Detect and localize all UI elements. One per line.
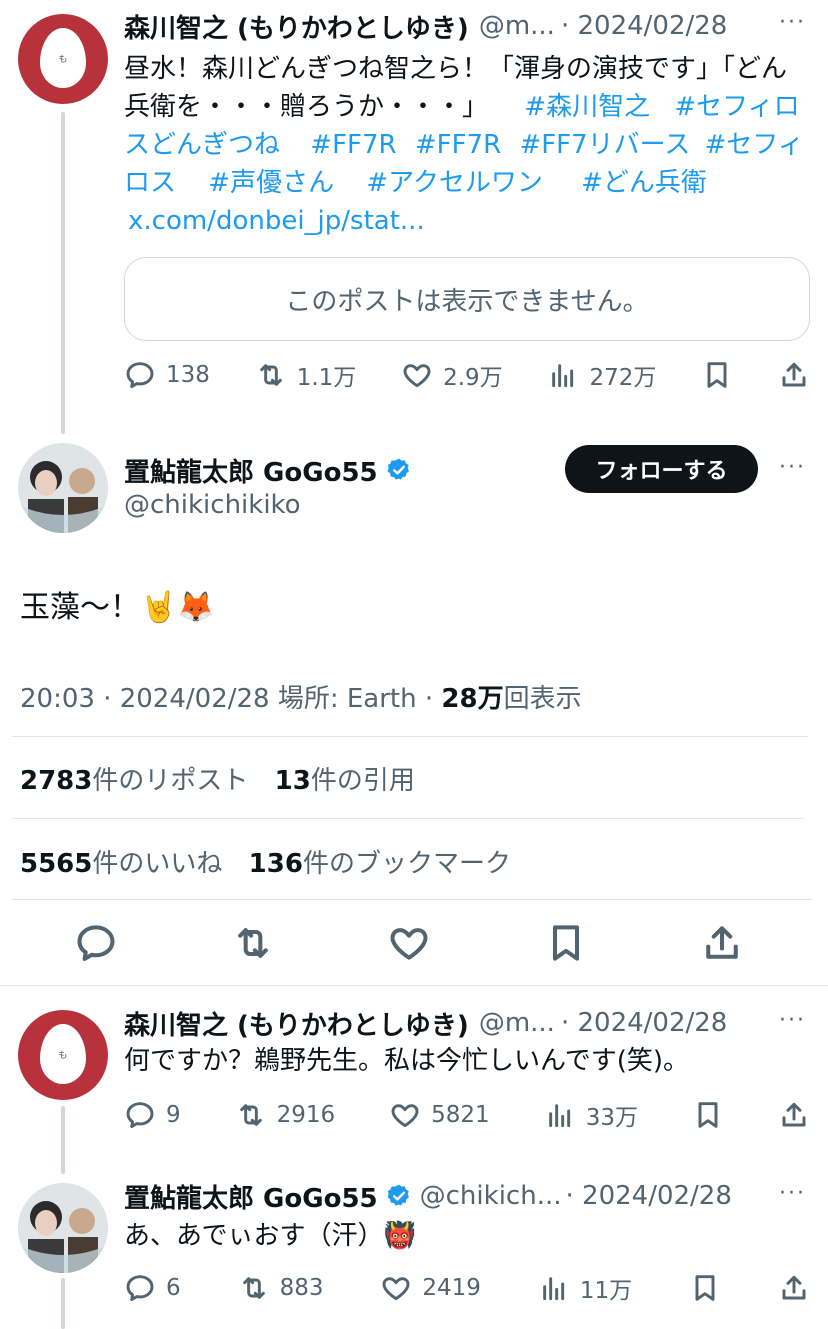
reply-icon <box>124 1272 156 1304</box>
follow-button[interactable]: フォローする <box>565 445 758 493</box>
repost-icon[interactable] <box>231 921 275 965</box>
verified-badge-icon <box>387 458 409 480</box>
unavailable-post-card: このポストは表示できません。 <box>124 257 810 341</box>
reply-button[interactable]: 6 <box>124 1272 181 1304</box>
hashtag[interactable]: #声優さん <box>208 168 334 198</box>
thread-line <box>61 1278 65 1329</box>
divider <box>12 899 812 900</box>
author-handle[interactable]: @chikich... <box>420 1181 562 1211</box>
repost-button[interactable]: 2916 <box>235 1099 335 1131</box>
author-handle[interactable]: @chikichikiko <box>124 490 301 520</box>
author-name[interactable]: 置鮎龍太郎 GoGo55 <box>124 452 378 489</box>
views-button[interactable]: 272万 <box>547 358 656 392</box>
share-icon <box>778 1099 810 1131</box>
avatar[interactable]: も <box>18 1010 108 1100</box>
views-button[interactable]: 33万 <box>544 1098 638 1132</box>
repost-button[interactable]: 883 <box>238 1272 323 1304</box>
more-options-icon[interactable]: ··· <box>779 1181 806 1206</box>
bookmark-icon[interactable] <box>544 921 588 965</box>
reply-icon[interactable] <box>74 921 118 965</box>
author-name[interactable]: 置鮎龍太郎 GoGo55 <box>124 1178 378 1215</box>
tweet-text: 昼水！森川どんぎつね智之ら！「渾身の演技です」「どん兵衛を・・・贈ろうか・・・」… <box>124 54 804 236</box>
more-options-icon[interactable]: ··· <box>779 1008 806 1033</box>
egg-avatar-icon: も <box>40 1024 86 1084</box>
divider <box>12 818 804 819</box>
repost-icon <box>235 1099 267 1131</box>
hashtag[interactable]: #森川智之 <box>524 92 650 122</box>
profile-photo-icon <box>18 443 108 533</box>
author-name[interactable]: 森川智之 (もりかわとしゆき) <box>124 1005 469 1042</box>
bookmark-button[interactable] <box>689 1272 721 1304</box>
post-date[interactable]: · 2024/02/28 <box>561 1008 727 1038</box>
share-button[interactable] <box>778 359 810 391</box>
repost-button[interactable]: 1.1万 <box>255 358 356 392</box>
share-button[interactable] <box>778 1272 810 1304</box>
more-options-icon[interactable]: ··· <box>779 455 806 480</box>
post-date[interactable]: · 2024/02/28 <box>566 1181 732 1211</box>
share-icon <box>778 1272 810 1304</box>
egg-avatar-icon: も <box>40 28 86 88</box>
repost-icon <box>255 359 287 391</box>
hashtag[interactable]: #FF7R <box>415 130 501 160</box>
action-bar: 138 1.1万 2.9万 272万 <box>124 355 810 395</box>
post-meta: 20:03 · 2024/02/28 場所: Earth · 28万回表示 <box>20 684 582 714</box>
heart-icon <box>401 359 433 391</box>
main-tweet-text: 玉藻〜！🤘🦊 <box>20 590 215 625</box>
profile-photo-icon <box>18 1183 108 1273</box>
like-bookmark-stats: 5565件のいいね 136件のブックマーク <box>20 843 511 880</box>
like-button[interactable]: 2.9万 <box>401 358 503 392</box>
reply-text: あ、あでぃおす（汗）👹 <box>124 1221 416 1251</box>
share-icon[interactable] <box>700 921 744 965</box>
reply-button[interactable]: 9 <box>124 1099 181 1131</box>
like-button[interactable]: 2419 <box>380 1272 481 1304</box>
views-icon <box>538 1272 570 1304</box>
views-button[interactable]: 11万 <box>538 1271 632 1305</box>
reply-text: 何ですか？鵜野先生。私は今忙しいんです(笑)。 <box>124 1046 689 1076</box>
more-options-icon[interactable]: ··· <box>779 10 806 35</box>
repost-quote-stats: 2783件のリポスト 13件の引用 <box>20 760 415 797</box>
author-handle[interactable]: @m... <box>479 1008 555 1038</box>
thread-line <box>61 1106 65 1174</box>
share-icon <box>778 359 810 391</box>
hashtag[interactable]: #アクセルワン <box>366 168 543 198</box>
divider <box>12 736 808 737</box>
bookmark-button[interactable] <box>692 1099 724 1131</box>
bookmark-button[interactable] <box>701 359 733 391</box>
bookmarks-stat[interactable]: 136件のブックマーク <box>249 849 511 879</box>
heart-icon <box>380 1272 412 1304</box>
views-icon <box>547 359 579 391</box>
views-icon <box>544 1099 576 1131</box>
repost-icon <box>238 1272 270 1304</box>
hashtag[interactable]: #FF7リバース <box>519 130 690 160</box>
likes-stat[interactable]: 5565件のいいね <box>20 849 222 879</box>
bookmark-icon <box>692 1099 724 1131</box>
avatar[interactable] <box>18 443 108 533</box>
avatar[interactable] <box>18 1183 108 1273</box>
author-name[interactable]: 森川智之 (もりかわとしゆき) <box>124 8 469 45</box>
main-action-bar <box>74 918 744 968</box>
reposts-stat[interactable]: 2783件のリポスト <box>20 766 248 796</box>
link[interactable]: x.com/donbei_jp/stat... <box>128 206 425 236</box>
reply-icon <box>124 1099 156 1131</box>
heart-icon[interactable] <box>387 921 431 965</box>
thread-line <box>61 112 65 434</box>
reply-button[interactable]: 138 <box>124 359 210 391</box>
heart-icon <box>389 1099 421 1131</box>
bookmark-icon <box>701 359 733 391</box>
reply-icon <box>124 359 156 391</box>
like-button[interactable]: 5821 <box>389 1099 490 1131</box>
share-button[interactable] <box>778 1099 810 1131</box>
divider <box>0 985 828 986</box>
action-bar: 6 883 2419 11万 <box>124 1268 810 1308</box>
view-count[interactable]: 28万 <box>441 684 503 714</box>
post-date[interactable]: · 2024/02/28 <box>561 11 727 41</box>
hashtag[interactable]: #どん兵衛 <box>581 168 707 198</box>
action-bar: 9 2916 5821 33万 <box>124 1095 810 1135</box>
quotes-stat[interactable]: 13件の引用 <box>275 766 415 796</box>
avatar[interactable]: も <box>18 14 108 104</box>
bookmark-icon <box>689 1272 721 1304</box>
verified-badge-icon <box>387 1184 409 1206</box>
hashtag[interactable]: #FF7R <box>310 130 396 160</box>
author-handle[interactable]: @m... <box>479 11 555 41</box>
